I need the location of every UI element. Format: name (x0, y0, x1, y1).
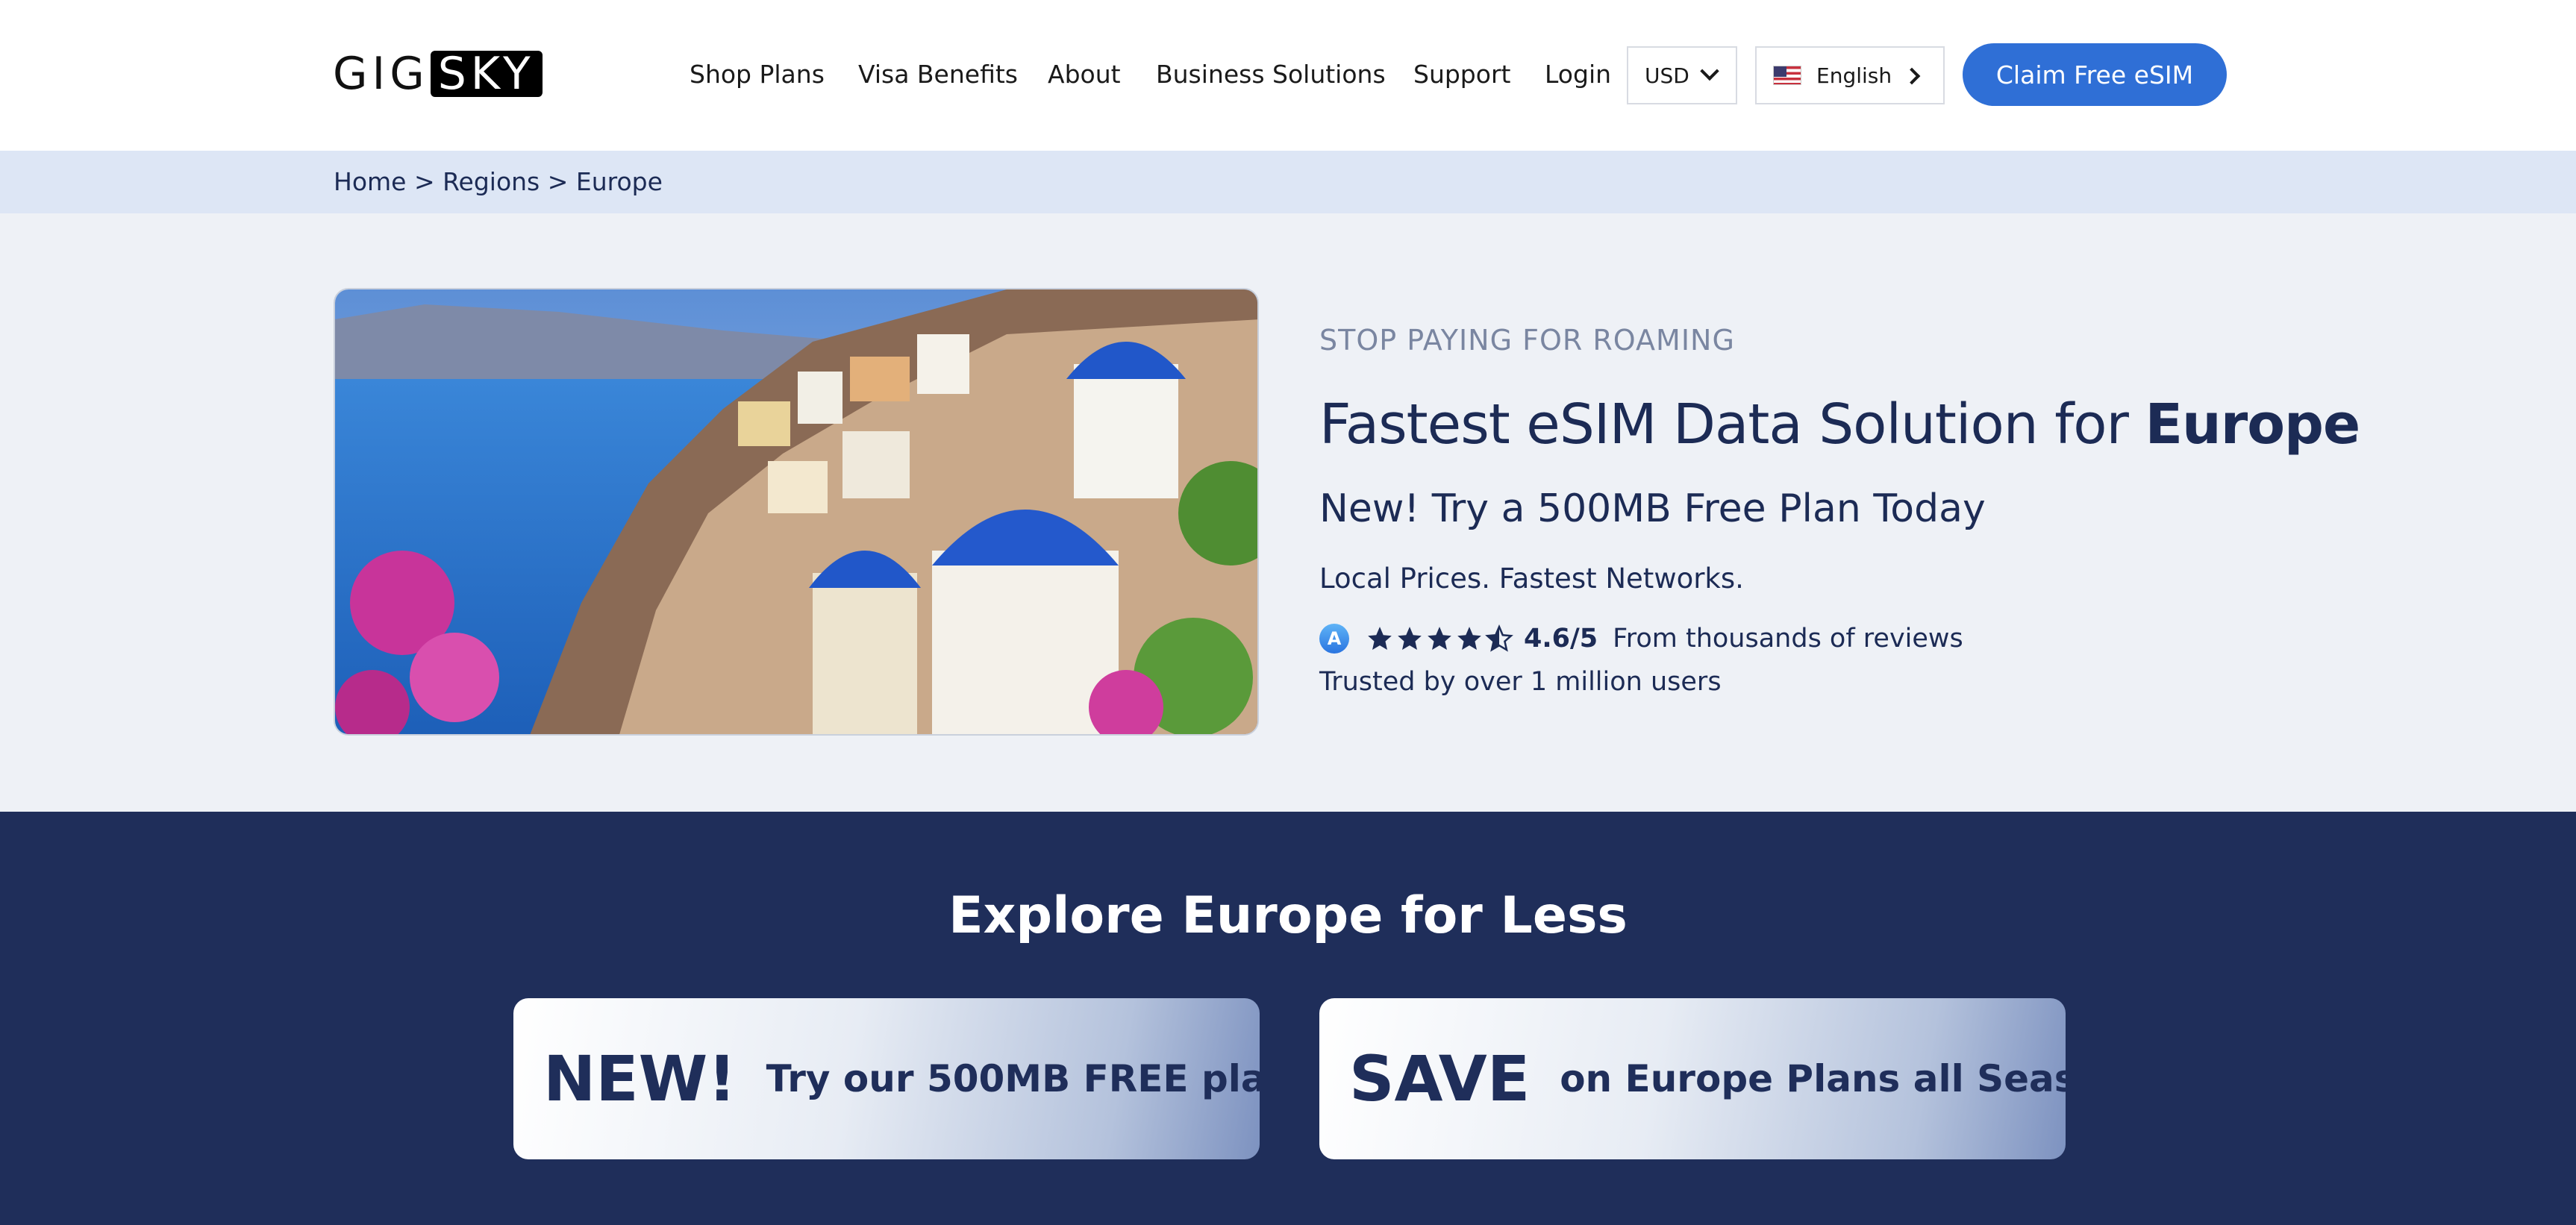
claim-free-esim-button[interactable]: Claim Free eSIM (1963, 43, 2227, 106)
promo-headline: SAVE (1349, 1042, 1531, 1115)
nav-login[interactable]: Login (1545, 58, 1611, 91)
nav-support[interactable]: Support (1413, 58, 1510, 91)
santorini-illustration (335, 289, 1257, 734)
hero-eyebrow: STOP PAYING FOR ROAMING (1319, 324, 1735, 357)
hero-title: Fastest eSIM Data Solution for Europe (1319, 392, 2360, 457)
star-icon (1457, 627, 1481, 651)
hero-subtitle: New! Try a 500MB Free Plan Today (1319, 486, 1986, 531)
promo-headline: NEW! (543, 1042, 737, 1115)
trusted-text: Trusted by over 1 million users (1319, 667, 1722, 697)
nav-about[interactable]: About (1048, 58, 1121, 91)
rating-row: A 4.6/5 From thousands of reviews (1319, 622, 1963, 655)
rating-reviews-text: From thousands of reviews (1613, 624, 1963, 654)
app-store-icon: A (1319, 624, 1349, 654)
hero-title-region: Europe (2145, 392, 2360, 457)
language-value: English (1816, 63, 1892, 88)
language-select[interactable]: English (1755, 46, 1945, 104)
gigsky-logo[interactable]: GIG SKY (333, 51, 543, 97)
chevron-down-icon (1700, 61, 1719, 81)
chevron-right-icon (1903, 67, 1921, 85)
site-header: GIG SKY Shop Plans Visa Benefits About B… (0, 0, 2576, 151)
nav-visa-benefits[interactable]: Visa Benefits (858, 58, 1018, 91)
promo-card-save[interactable]: SAVE on Europe Plans all Season (1319, 998, 2066, 1159)
nav-shop-plans[interactable]: Shop Plans (690, 58, 825, 91)
half-star-icon (1485, 624, 1513, 652)
rating-score: 4.6/5 (1524, 624, 1598, 654)
promo-card-new[interactable]: NEW! Try our 500MB FREE plan (513, 998, 1260, 1159)
star-rating (1366, 624, 1513, 653)
star-icon (1368, 627, 1392, 651)
us-flag-icon (1773, 66, 1801, 85)
logo-text-sky: SKY (430, 51, 543, 97)
currency-value: USD (1645, 63, 1689, 88)
promo-text: on Europe Plans all Season (1560, 1057, 2066, 1100)
explore-section: Explore Europe for Less NEW! Try our 500… (0, 812, 2576, 1225)
logo-text-gig: GIG (333, 48, 429, 100)
promo-text: Try our 500MB FREE plan (766, 1057, 1260, 1100)
nav-business-solutions[interactable]: Business Solutions (1156, 58, 1386, 91)
breadcrumb-bar: Home > Regions > Europe (0, 151, 2576, 213)
breadcrumb[interactable]: Home > Regions > Europe (334, 166, 663, 198)
hero-tagline: Local Prices. Fastest Networks. (1319, 563, 1744, 595)
currency-select[interactable]: USD (1627, 46, 1737, 104)
explore-title: Explore Europe for Less (948, 886, 1628, 945)
hero-title-prefix: Fastest eSIM Data Solution for (1319, 392, 2145, 457)
hero-section: STOP PAYING FOR ROAMING Fastest eSIM Dat… (0, 213, 2576, 812)
star-icon (1398, 627, 1422, 651)
star-icon (1428, 627, 1451, 651)
hero-image (334, 288, 1259, 736)
